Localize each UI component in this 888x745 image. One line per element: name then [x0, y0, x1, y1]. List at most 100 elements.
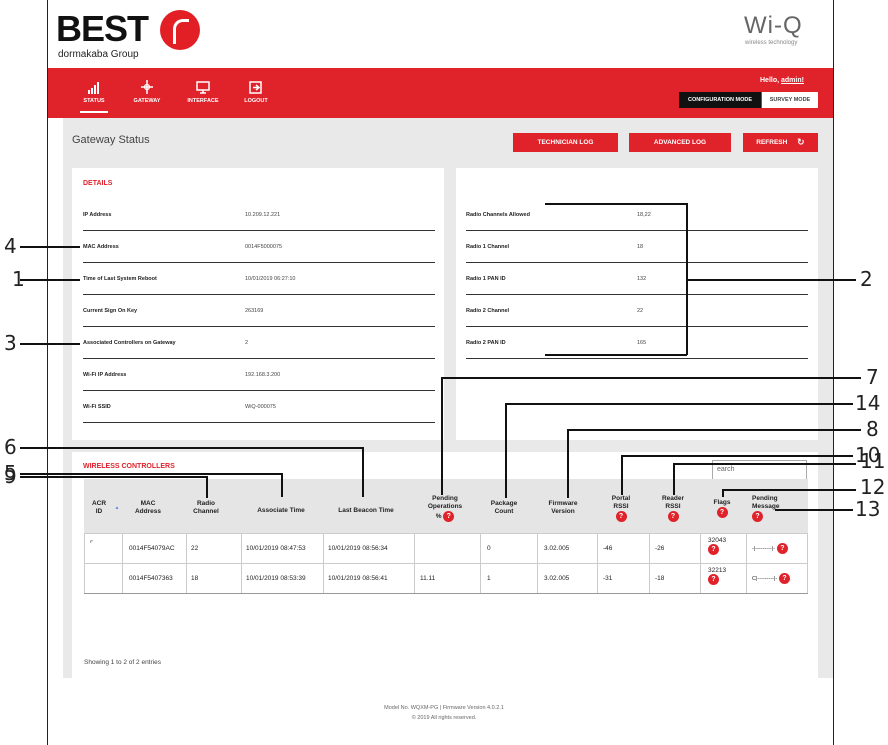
cell-firmware: 3.02.005 [544, 545, 570, 552]
nav-gateway-label: GATEWAY [133, 98, 161, 104]
username-link[interactable]: admin! [781, 77, 804, 84]
sort-asc-icon[interactable]: ▲ [112, 504, 122, 512]
help-icon[interactable]: ? [776, 543, 788, 554]
cell-beacon: 10/01/2019 08:56:34 [328, 545, 388, 552]
detail-value: 0014F5000075 [245, 244, 283, 250]
col-last-beacon-time[interactable]: Last Beacon Time [328, 507, 404, 515]
callout-line [567, 429, 861, 431]
cell-assoc: 10/01/2019 08:47:53 [246, 545, 306, 552]
table-col-divider [414, 533, 415, 593]
configuration-mode-button[interactable]: CONFIGURATION MODE [679, 92, 761, 108]
cell-radio: 22 [191, 545, 199, 552]
callout-number: 4 [4, 234, 17, 258]
cell-reader: -26 [655, 545, 665, 552]
callout-line [686, 203, 688, 355]
col-acr-id[interactable]: ACR ID [90, 500, 108, 516]
callout-number: 11 [860, 449, 886, 473]
radio-label: Radio 2 Channel [466, 308, 510, 314]
cell-pending-ops: 11.11 [420, 575, 436, 582]
help-icon[interactable]: ? [708, 544, 719, 555]
callout-line [20, 246, 80, 248]
advanced-log-button[interactable]: ADVANCED LOG [629, 133, 731, 152]
details-title: DETAILS [83, 180, 113, 187]
wireless-title: WIRELESS CONTROLLERS [83, 463, 175, 470]
refresh-button[interactable]: REFRESH ↻ [743, 133, 818, 152]
wiq-brand-subtitle: wireless technology [745, 40, 798, 46]
help-icon[interactable]: ? [615, 511, 627, 522]
cell-beacon: 10/01/2019 08:56:41 [328, 575, 388, 582]
radio-panel [456, 168, 818, 440]
nav-logout[interactable]: LOGOUT [236, 80, 276, 104]
help-icon[interactable]: ? [708, 574, 719, 585]
detail-label: MAC Address [83, 244, 119, 250]
callout-line [686, 279, 856, 281]
help-icon[interactable]: ? [778, 573, 790, 584]
table-col-divider [480, 533, 481, 593]
cell-assoc: 10/01/2019 08:53:39 [246, 575, 306, 582]
col-package-count[interactable]: Package Count [484, 500, 524, 516]
col-associate-time[interactable]: Associate Time [248, 507, 314, 515]
help-icon[interactable]: ? [752, 511, 763, 522]
detail-value: 263169 [245, 308, 264, 314]
cell-flags: 32213 ? [708, 567, 726, 585]
nav-status[interactable]: STATUS [74, 80, 114, 104]
table-info: Showing 1 to 2 of 2 entries [84, 659, 161, 666]
refresh-icon: ↻ [797, 137, 805, 147]
detail-label: Wi-Fi SSID [83, 404, 111, 410]
logout-icon [236, 80, 276, 98]
col-package-line1: Package [490, 500, 518, 507]
radio-value: 165 [637, 340, 647, 346]
col-mac-address[interactable]: MAC Address [128, 500, 168, 516]
table-col-divider [649, 533, 650, 593]
cell-portal: -46 [603, 545, 613, 552]
help-icon[interactable]: ? [443, 511, 455, 522]
callout-line [20, 343, 80, 345]
detail-label: Associated Controllers on Gateway [83, 340, 176, 346]
greeting-prefix: Hello, [760, 77, 782, 84]
callout-number: 7 [866, 365, 879, 389]
detail-label: Current Sign On Key [83, 308, 138, 314]
cell-reader: -18 [655, 575, 665, 582]
refresh-button-label: REFRESH [756, 139, 788, 147]
radio-label: Radio 2 PAN ID [466, 340, 506, 346]
callout-line [567, 429, 569, 498]
callout-line [206, 476, 208, 498]
nav-active-indicator [80, 111, 108, 113]
cell-mac: 0014F5407363 [129, 575, 173, 582]
col-reader-line1: Reader [661, 495, 685, 502]
callout-line [621, 455, 623, 495]
col-radio-channel[interactable]: Radio Channel [186, 500, 226, 516]
cell-radio: 18 [191, 575, 199, 582]
table-col-divider [84, 533, 85, 593]
radio-value: 22 [637, 308, 644, 314]
nav-interface[interactable]: INTERFACE [183, 80, 223, 104]
details-panel [72, 168, 444, 440]
col-firmware-version[interactable]: Firmware Version [541, 500, 585, 516]
row-divider [83, 262, 435, 263]
col-flags[interactable]: Flags ? [705, 499, 739, 518]
detail-value: 10.209.12.221 [245, 212, 281, 218]
col-mac-line2: Address [134, 508, 161, 515]
col-portal-rssi[interactable]: Portal RSSI ? [604, 495, 638, 522]
radio-label: Radio 1 Channel [466, 244, 510, 250]
col-radio-line1: Radio [196, 500, 216, 507]
cell-flags-value: 32213 [708, 567, 727, 574]
callout-line [20, 473, 282, 475]
table-col-divider [186, 533, 187, 593]
survey-mode-button[interactable]: SURVEY MODE [762, 92, 818, 108]
cell-mac: 0014F54079AC [129, 545, 175, 552]
logo-subtitle: dormakaba Group [58, 49, 139, 60]
col-reader-rssi[interactable]: Reader RSSI ? [656, 495, 690, 522]
help-icon[interactable]: ? [716, 507, 728, 518]
page-title: Gateway Status [72, 134, 150, 146]
cell-pending-msg-value: C|---------|- [752, 576, 778, 583]
callout-line [621, 455, 853, 457]
nav-gateway[interactable]: GATEWAY [127, 80, 167, 104]
technician-log-button[interactable]: TECHNICIAN LOG [513, 133, 618, 152]
col-pending-ops-line2: Operations [427, 503, 463, 510]
col-pending-operations[interactable]: Pending Operations % ? [420, 495, 470, 522]
nav-interface-label: INTERFACE [187, 98, 219, 104]
row-divider [466, 358, 808, 359]
col-acr-id-line1: ACR [91, 500, 107, 507]
help-icon[interactable]: ? [667, 511, 679, 522]
